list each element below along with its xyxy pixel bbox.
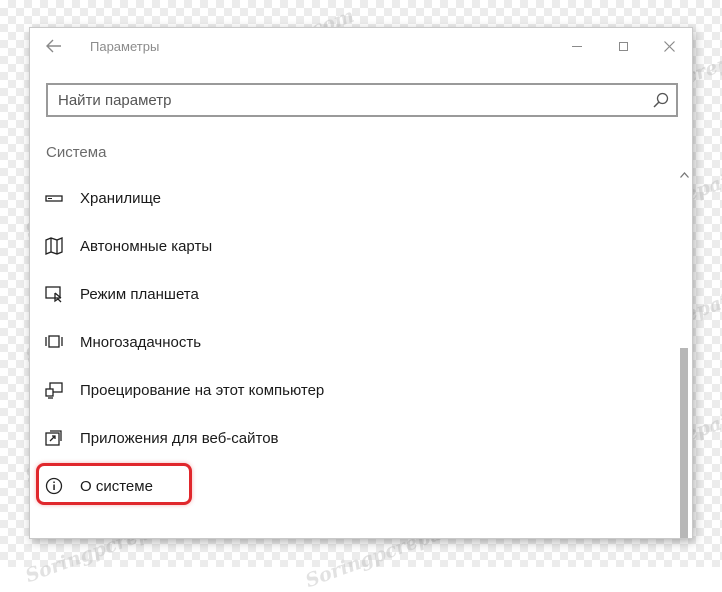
window-title: Параметры <box>90 39 160 54</box>
menu-item-offline-maps[interactable]: Автономные карты <box>40 226 670 266</box>
section-heading: Система <box>46 144 107 161</box>
arrow-left-icon <box>46 39 61 53</box>
search-box <box>46 83 678 117</box>
title-bar: Параметры <box>30 28 692 64</box>
projecting-icon <box>44 380 64 400</box>
menu-item-projecting[interactable]: Проецирование на этот компьютер <box>40 370 670 410</box>
search-input[interactable] <box>48 85 638 115</box>
menu-item-label: Режим планшета <box>80 285 199 303</box>
menu-item-tablet-mode[interactable]: Режим планшета <box>40 274 670 314</box>
menu-item-label: Автономные карты <box>80 237 213 255</box>
menu-item-storage[interactable]: Хранилище <box>40 178 670 218</box>
chevron-up-icon <box>679 172 689 178</box>
menu-item-label: Многозадачность <box>80 333 202 351</box>
scroll-up-button[interactable] <box>678 168 690 182</box>
menu-item-multitasking[interactable]: Многозадачность <box>40 322 670 362</box>
menu-item-label: Проецирование на этот компьютер <box>80 381 325 399</box>
map-icon <box>44 236 64 256</box>
settings-window: Параметры Система Хран <box>30 28 692 538</box>
close-button[interactable] <box>646 28 692 64</box>
highlight-frame <box>36 463 192 505</box>
apps-for-websites-icon <box>44 428 64 448</box>
multitasking-icon <box>44 332 64 352</box>
tablet-mode-icon <box>44 284 64 304</box>
minimize-button[interactable] <box>554 28 600 64</box>
menu-item-label: Приложения для веб-сайтов <box>80 429 279 447</box>
menu-item-label: Хранилище <box>80 189 161 207</box>
maximize-icon <box>618 41 628 51</box>
search-icon[interactable] <box>652 91 670 109</box>
back-button[interactable] <box>40 34 68 58</box>
storage-drive-icon <box>44 188 64 208</box>
scrollbar[interactable] <box>678 168 690 538</box>
scroll-thumb[interactable] <box>680 348 688 538</box>
close-icon <box>663 40 675 52</box>
minimize-icon <box>572 45 582 47</box>
maximize-button[interactable] <box>600 28 646 64</box>
menu-item-apps-for-websites[interactable]: Приложения для веб-сайтов <box>40 418 670 458</box>
